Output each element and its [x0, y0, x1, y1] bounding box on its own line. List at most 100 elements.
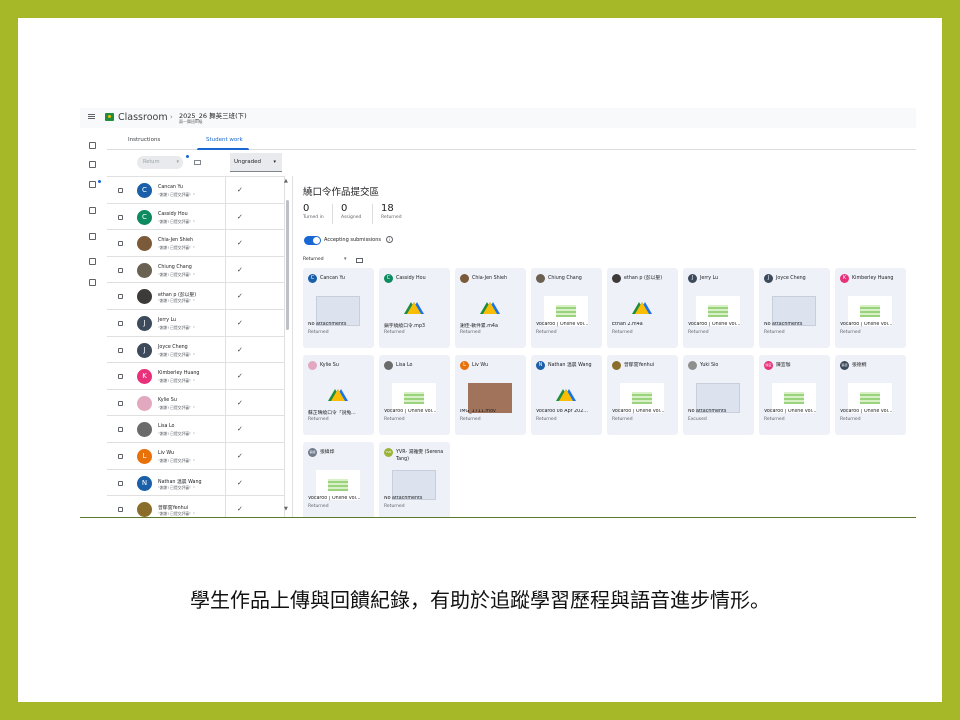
- scroll-up-icon[interactable]: ▲: [284, 178, 288, 184]
- attachment-name[interactable]: 鍋字繞繞口令.mp3: [384, 322, 448, 329]
- submission-card[interactable]: YVR YVR- 湯雅雯 (Serena Tang) No attachments R…: [379, 442, 450, 517]
- attachment-name[interactable]: 蘇芷晴繞口令「說兔...: [308, 409, 372, 416]
- settings-icon[interactable]: [89, 279, 96, 286]
- submission-status: Returned: [764, 417, 785, 422]
- submission-card[interactable]: N Nathan 溫晨 Wang Vocaroo 08 Apr 202... Retu…: [531, 355, 602, 435]
- people-icon[interactable]: [89, 207, 96, 214]
- attachment-name[interactable]: Vocaroo 08 Apr 202...: [536, 409, 600, 414]
- scroll-down-icon[interactable]: ▼: [284, 506, 288, 512]
- attachment-name[interactable]: Vocaroo | Online voi...: [612, 409, 676, 414]
- attachment-name[interactable]: No attachments: [688, 409, 752, 414]
- folder-icon[interactable]: [356, 258, 363, 263]
- chevron-down-icon[interactable]: ▾: [344, 256, 347, 262]
- submission-status: Returned: [460, 417, 481, 422]
- submission-card[interactable]: ethan p (彭以聖) Ethan 2.m4a Returned: [607, 268, 678, 348]
- student-row[interactable]: J Joyce Cheng "謝謝! 已提交評審！" ✓: [107, 336, 285, 364]
- student-row[interactable]: C Cancan Yu "謝謝! 已提交評審！" ✓: [107, 177, 285, 204]
- student-row[interactable]: Chia-Jen Shieh "謝謝! 已提交評審！" ✓: [107, 230, 285, 257]
- student-row[interactable]: 曾郁雲Yenhui "謝謝! 已提交評審！" ✓: [107, 496, 285, 517]
- submission-card[interactable]: 張緯 張緯烨 Vocaroo | Online voi... Returned: [303, 442, 374, 517]
- student-row[interactable]: Lisa Lo "謝謝! 已提交評審！" ✓: [107, 416, 285, 443]
- student-name: 曾郁雲Yenhui: [158, 506, 189, 512]
- avatar: K: [840, 274, 849, 283]
- accepting-submissions-toggle[interactable]: [304, 236, 321, 245]
- accepting-submissions-label: Accepting submissions: [324, 237, 382, 243]
- enrolled-icon[interactable]: [89, 233, 96, 240]
- attachment-name[interactable]: No attachments: [384, 496, 448, 501]
- home-icon[interactable]: [89, 142, 96, 149]
- stat-turned-in[interactable]: 0 Turned in: [303, 203, 324, 220]
- email-icon[interactable]: [194, 160, 201, 165]
- submission-card[interactable]: L Liv Wu IMG_1711.mov Returned: [455, 355, 526, 435]
- row-checkbox[interactable]: [118, 480, 123, 486]
- attachment-name[interactable]: No attachments: [308, 322, 372, 327]
- menu-icon[interactable]: [88, 114, 95, 115]
- attachment-name[interactable]: Vocaroo | Online voi...: [688, 322, 752, 327]
- scrollbar[interactable]: [286, 200, 289, 330]
- attachment-name[interactable]: Vocaroo | Online voi...: [840, 322, 904, 327]
- tab-instructions[interactable]: Instructions: [128, 137, 160, 143]
- student-row[interactable]: Chiung Chang "謝謝! 已提交評審！" ✓: [107, 256, 285, 284]
- row-checkbox[interactable]: [118, 507, 123, 513]
- row-checkbox[interactable]: [118, 427, 123, 433]
- student-name: Joyce Cheng: [776, 276, 806, 281]
- submission-card[interactable]: C Cassidy Hou 鍋字繞繞口令.mp3 Returned: [379, 268, 450, 348]
- row-checkbox[interactable]: [118, 374, 123, 380]
- nav-rail: [80, 128, 107, 517]
- attachment-name[interactable]: Vocaroo | Online voi...: [840, 409, 904, 414]
- avatar: [536, 274, 545, 283]
- student-row[interactable]: N Nathan 溫晨 Wang "謝謝! 已提交評審！" ✓: [107, 469, 285, 497]
- submission-card[interactable]: Chiung Chang Vocaroo | Online voi... Retur…: [531, 268, 602, 348]
- submission-card[interactable]: 張德 張德桐 Vocaroo | Online voi... Returned: [835, 355, 906, 435]
- divider: [225, 230, 226, 257]
- attachment-name[interactable]: Vocaroo | Online voi...: [764, 409, 828, 414]
- submission-card[interactable]: C Cancan Yu No attachments Returned: [303, 268, 374, 348]
- app-name[interactable]: Classroom: [118, 112, 168, 123]
- attachment-name[interactable]: Vocaroo | Online voi...: [308, 496, 372, 501]
- row-checkbox[interactable]: [118, 214, 123, 220]
- submission-card[interactable]: Chia-Jen Shieh 謝佳-軟件累.m4a Returned: [455, 268, 526, 348]
- row-checkbox[interactable]: [118, 188, 123, 193]
- student-row[interactable]: C Cassidy Hou "謝謝! 已提交評審！" ✓: [107, 203, 285, 231]
- row-checkbox[interactable]: [118, 454, 123, 459]
- attachment-name[interactable]: Vocaroo | Online voi...: [384, 409, 448, 414]
- student-row[interactable]: L Liv Wu "謝謝! 已提交評審！" ✓: [107, 443, 285, 470]
- row-checkbox[interactable]: [118, 321, 123, 326]
- submission-card[interactable]: J Jerry Lu Vocaroo | Online voi... Returned: [683, 268, 754, 348]
- stat-assigned[interactable]: 0 Assigned: [341, 203, 361, 220]
- row-checkbox[interactable]: [118, 267, 123, 273]
- submission-card[interactable]: Yuki Sio No attachments Excused: [683, 355, 754, 435]
- row-checkbox[interactable]: [118, 294, 123, 300]
- attachment-name[interactable]: No attachments: [764, 322, 828, 327]
- attachment-name[interactable]: 謝佳-軟件累.m4a: [460, 322, 524, 329]
- grade-filter-select[interactable]: Ungraded: [230, 153, 282, 172]
- tab-student-work[interactable]: Student work: [206, 137, 243, 143]
- to-do-icon[interactable]: [89, 181, 96, 188]
- student-row[interactable]: J Jerry Lu "謝謝! 已提交評審！" ✓: [107, 310, 285, 337]
- attachment-name[interactable]: Ethan 2.m4a: [612, 322, 676, 327]
- submission-card[interactable]: J Joyce Cheng No attachments Returned: [759, 268, 830, 348]
- breadcrumb-chevron-icon: ›: [170, 113, 173, 121]
- submission-card[interactable]: Lisa Lo Vocaroo | Online voi... Returned: [379, 355, 450, 435]
- student-name: Lisa Lo: [396, 363, 413, 368]
- stat-returned[interactable]: 18 Returned: [381, 203, 402, 220]
- submission-card[interactable]: 曾郁雲Yenhui Vocaroo | Online voi... Returned: [607, 355, 678, 435]
- row-checkbox[interactable]: [118, 400, 123, 406]
- attachment-name[interactable]: IMG_1711.mov: [460, 409, 524, 414]
- calendar-icon[interactable]: [89, 161, 96, 168]
- student-name: Kylie Su: [158, 397, 177, 403]
- student-row[interactable]: ethan p (彭以聖) "謝謝! 已提交評審！" ✓: [107, 283, 285, 310]
- submission-card[interactable]: Kylie Su 蘇芷晴繞口令「說兔... Returned: [303, 355, 374, 435]
- row-checkbox[interactable]: [118, 347, 123, 353]
- attachment-name[interactable]: Vocaroo | Online voi...: [536, 322, 600, 327]
- student-row[interactable]: Kylie Su "謝謝! 已提交評審！" ✓: [107, 389, 285, 417]
- row-checkbox[interactable]: [118, 241, 123, 247]
- status-filter-select[interactable]: Returned: [303, 257, 324, 262]
- student-name: Chiung Chang: [158, 264, 192, 270]
- return-button[interactable]: Return: [137, 156, 183, 169]
- info-icon[interactable]: i: [386, 236, 393, 243]
- student-row[interactable]: K Kimberley Huang "謝謝! 已提交評審！" ✓: [107, 363, 285, 390]
- submission-card[interactable]: 陳宜 陳宜珈 Vocaroo | Online voi... Returned: [759, 355, 830, 435]
- archive-icon[interactable]: [89, 258, 96, 265]
- submission-card[interactable]: K Kimberley Huang Vocaroo | Online voi... R…: [835, 268, 906, 348]
